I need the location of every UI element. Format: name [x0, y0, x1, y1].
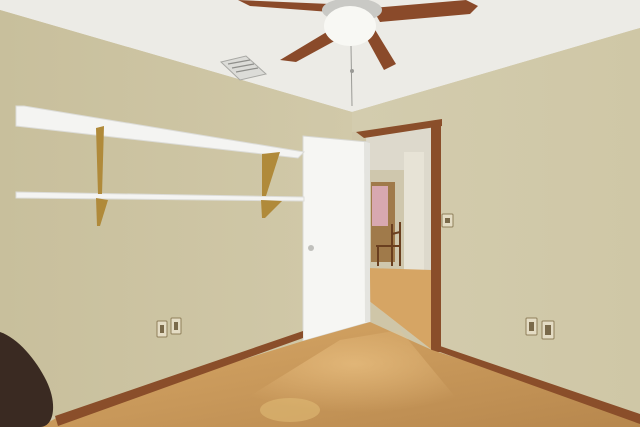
fan-pull-chain-knob[interactable] [350, 69, 354, 73]
light-switch-icon[interactable] [441, 213, 454, 228]
fan-light-globe [324, 6, 376, 46]
door-knob-icon[interactable] [308, 245, 314, 251]
hallway-column [404, 152, 424, 272]
floor-stain [260, 398, 320, 422]
electrical-outlet-icon [170, 317, 182, 335]
room-scene [0, 0, 640, 427]
light-switch-icon[interactable] [525, 317, 538, 336]
door-edge-shadow [364, 142, 370, 322]
electrical-outlet-icon [541, 320, 555, 340]
room-photo [0, 0, 640, 427]
door[interactable] [302, 135, 371, 342]
electrical-outlet-icon [156, 320, 168, 338]
door-frame-right [431, 124, 441, 352]
hallway-artwork [372, 186, 388, 226]
